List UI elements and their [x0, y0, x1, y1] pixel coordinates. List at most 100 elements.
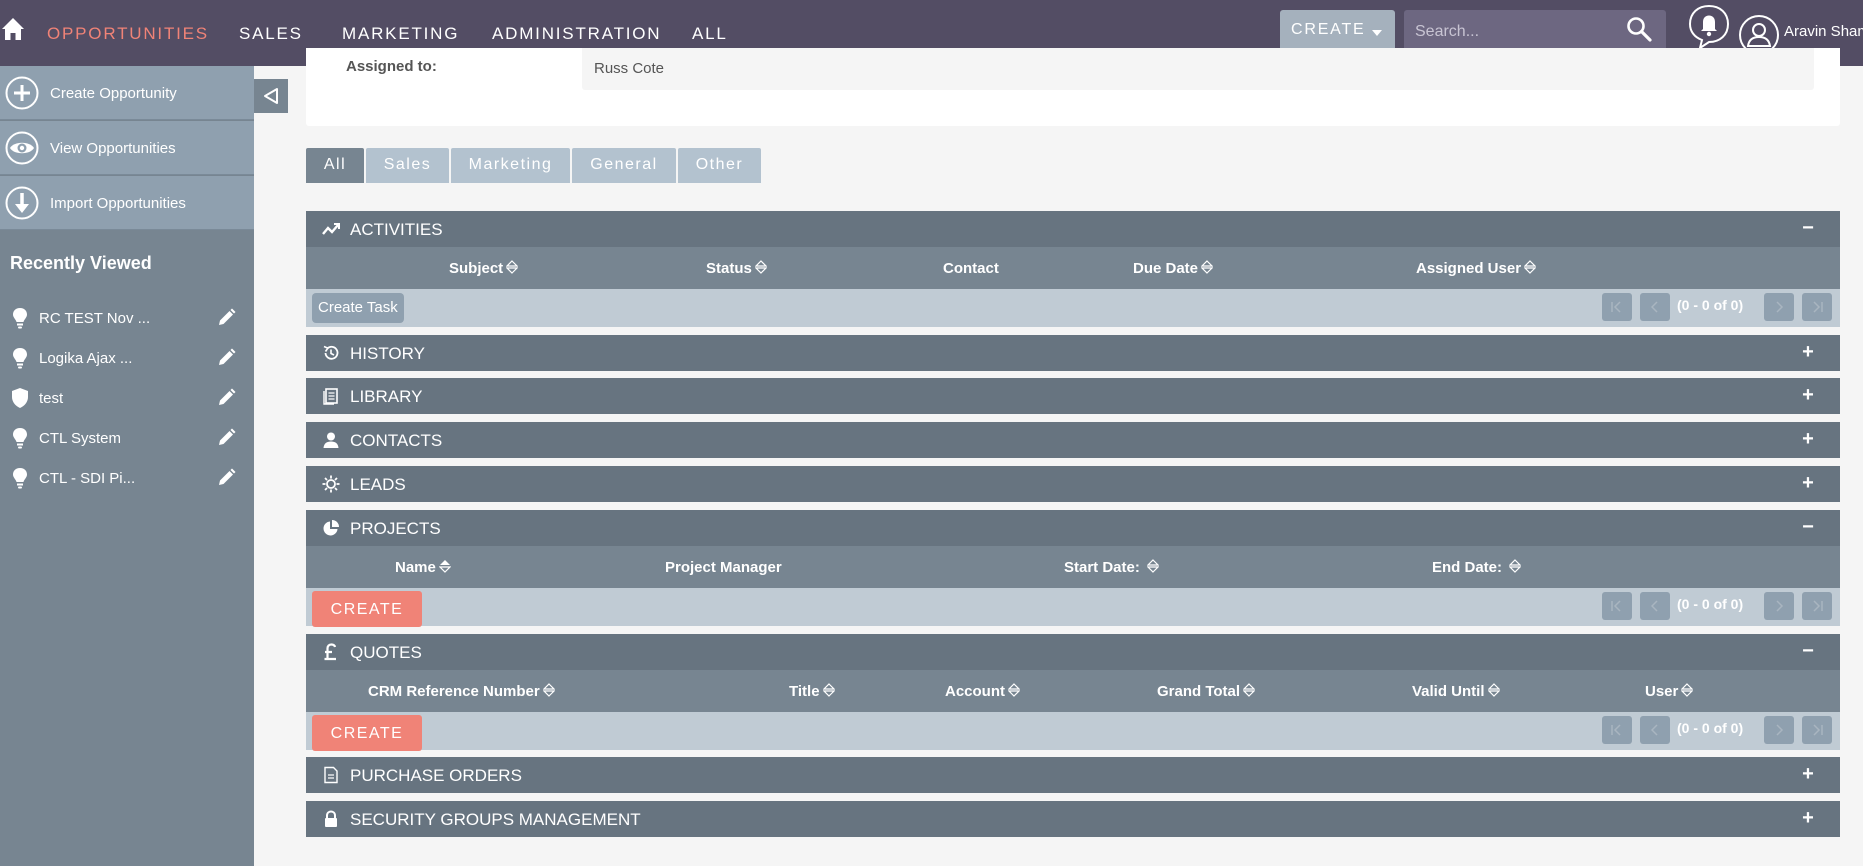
panel-library-header[interactable]: LIBRARY +	[306, 378, 1840, 414]
activity-chart-icon	[322, 223, 340, 235]
sidebar-action-create-opportunity[interactable]: Create Opportunity	[0, 66, 254, 120]
assigned-to-field[interactable]: Russ Cote	[582, 48, 1814, 90]
collapse-toggle[interactable]: −	[1798, 217, 1818, 239]
nav-sales[interactable]: SALES	[239, 24, 303, 44]
first-page-button[interactable]	[1602, 716, 1632, 744]
expand-toggle[interactable]: +	[1798, 428, 1818, 450]
column-valid-until[interactable]: Valid Until	[1412, 683, 1500, 700]
tab-other[interactable]: Other	[678, 148, 761, 183]
column-subject[interactable]: Subject	[449, 260, 519, 277]
tab-all[interactable]: All	[306, 148, 364, 183]
nav-administration[interactable]: ADMINISTRATION	[492, 24, 661, 44]
expand-toggle[interactable]: +	[1798, 472, 1818, 494]
previous-page-button[interactable]	[1640, 293, 1670, 321]
next-page-button[interactable]	[1764, 592, 1794, 620]
collapse-toggle[interactable]: −	[1798, 516, 1818, 538]
assigned-to-value: Russ Cote	[594, 60, 665, 77]
last-page-button[interactable]	[1802, 592, 1832, 620]
tab-sales[interactable]: Sales	[366, 148, 449, 183]
column-grand-total[interactable]: Grand Total	[1157, 683, 1256, 700]
eye-icon	[5, 131, 39, 165]
nav-marketing[interactable]: MARKETING	[342, 24, 459, 44]
recent-item[interactable]: RC TEST Nov ...	[0, 303, 254, 333]
panel-security-groups-header[interactable]: SECURITY GROUPS MANAGEMENT +	[306, 801, 1840, 837]
panel-history-header[interactable]: HISTORY +	[306, 335, 1840, 371]
expand-toggle[interactable]: +	[1798, 807, 1818, 829]
sort-icon	[1509, 559, 1522, 573]
last-page-button[interactable]	[1802, 293, 1832, 321]
panel-title: ACTIVITIES	[350, 220, 443, 239]
first-page-button[interactable]	[1602, 592, 1632, 620]
create-project-button[interactable]: CREATE	[312, 591, 422, 627]
recent-item[interactable]: test	[0, 383, 254, 413]
column-title[interactable]: Title	[789, 683, 835, 700]
next-page-button[interactable]	[1764, 716, 1794, 744]
panel-projects-header[interactable]: PROJECTS −	[306, 510, 1840, 546]
expand-toggle[interactable]: +	[1798, 341, 1818, 363]
column-project-manager[interactable]: Project Manager	[665, 559, 782, 576]
column-status[interactable]: Status	[706, 260, 767, 277]
pencil-icon[interactable]	[216, 388, 236, 408]
panel-title: CONTACTS	[350, 431, 443, 450]
column-user[interactable]: User	[1645, 683, 1694, 700]
recent-item[interactable]: CTL - SDI Pi...	[0, 463, 254, 493]
previous-page-button[interactable]	[1640, 716, 1670, 744]
sort-icon	[1147, 559, 1160, 573]
pencil-icon[interactable]	[216, 468, 236, 488]
column-name[interactable]: Name	[395, 559, 451, 576]
column-end-date[interactable]: End Date:	[1432, 559, 1522, 576]
tab-general[interactable]: General	[572, 148, 676, 183]
create-task-button[interactable]: Create Task	[312, 293, 404, 323]
recent-item[interactable]: CTL System	[0, 423, 254, 453]
pencil-icon[interactable]	[216, 308, 236, 328]
sidebar-action-import-opportunities[interactable]: Import Opportunities	[0, 176, 254, 230]
collapse-toggle[interactable]: −	[1798, 640, 1818, 662]
shield-icon	[12, 388, 28, 408]
search-icon[interactable]	[1626, 16, 1652, 42]
pencil-icon[interactable]	[216, 348, 236, 368]
user-name[interactable]: Aravin Sham	[1784, 23, 1863, 40]
search-input[interactable]	[1415, 21, 1615, 43]
column-start-date[interactable]: Start Date:	[1064, 559, 1160, 576]
last-page-button[interactable]	[1802, 716, 1832, 744]
assigned-to-label: Assigned to:	[346, 58, 437, 75]
panel-title: LEADS	[350, 475, 406, 494]
column-contact[interactable]: Contact	[943, 260, 999, 277]
home-icon[interactable]	[1, 16, 25, 42]
quotes-pager-row: CREATE (0 - 0 of 0)	[306, 712, 1840, 751]
panel-activities-header[interactable]: ACTIVITIES −	[306, 211, 1840, 247]
lightbulb-icon	[13, 468, 27, 489]
create-quote-button[interactable]: CREATE	[312, 715, 422, 751]
panel-title: PURCHASE ORDERS	[350, 766, 522, 785]
column-assigned-user[interactable]: Assigned User	[1416, 260, 1537, 277]
column-due-date[interactable]: Due Date	[1133, 260, 1214, 277]
panel-purchase-orders-header[interactable]: PURCHASE ORDERS +	[306, 757, 1840, 793]
sidebar-collapse-button[interactable]	[254, 79, 288, 113]
expand-toggle[interactable]: +	[1798, 384, 1818, 406]
pagination-count: (0 - 0 of 0)	[1677, 596, 1744, 612]
notification-bell-icon[interactable]	[1688, 4, 1730, 50]
panel-quotes-header[interactable]: QUOTES −	[306, 634, 1840, 670]
first-page-button[interactable]	[1602, 293, 1632, 321]
invoice-icon	[324, 766, 338, 784]
next-page-button[interactable]	[1764, 293, 1794, 321]
caret-down-icon	[1372, 30, 1382, 36]
column-account[interactable]: Account	[945, 683, 1020, 700]
column-crm-reference-number[interactable]: CRM Reference Number	[368, 683, 555, 700]
recent-item[interactable]: Logika Ajax ...	[0, 343, 254, 373]
panel-leads-header[interactable]: LEADS +	[306, 466, 1840, 502]
sidebar-action-view-opportunities[interactable]: View Opportunities	[0, 121, 254, 175]
tab-marketing[interactable]: Marketing	[451, 148, 570, 183]
recent-item-label: RC TEST Nov ...	[39, 310, 151, 327]
nav-all[interactable]: ALL	[692, 24, 728, 44]
plus-circle-icon	[5, 76, 39, 110]
download-circle-icon	[5, 186, 39, 220]
sort-ascending-icon	[438, 560, 451, 573]
pencil-icon[interactable]	[216, 428, 236, 448]
expand-toggle[interactable]: +	[1798, 763, 1818, 785]
previous-page-button[interactable]	[1640, 592, 1670, 620]
panel-contacts-header[interactable]: CONTACTS +	[306, 422, 1840, 458]
quotes-column-header: CRM Reference Number Title Account Grand…	[306, 670, 1840, 712]
sun-icon	[322, 475, 340, 493]
nav-opportunities[interactable]: OPPORTUNITIES	[47, 24, 209, 44]
